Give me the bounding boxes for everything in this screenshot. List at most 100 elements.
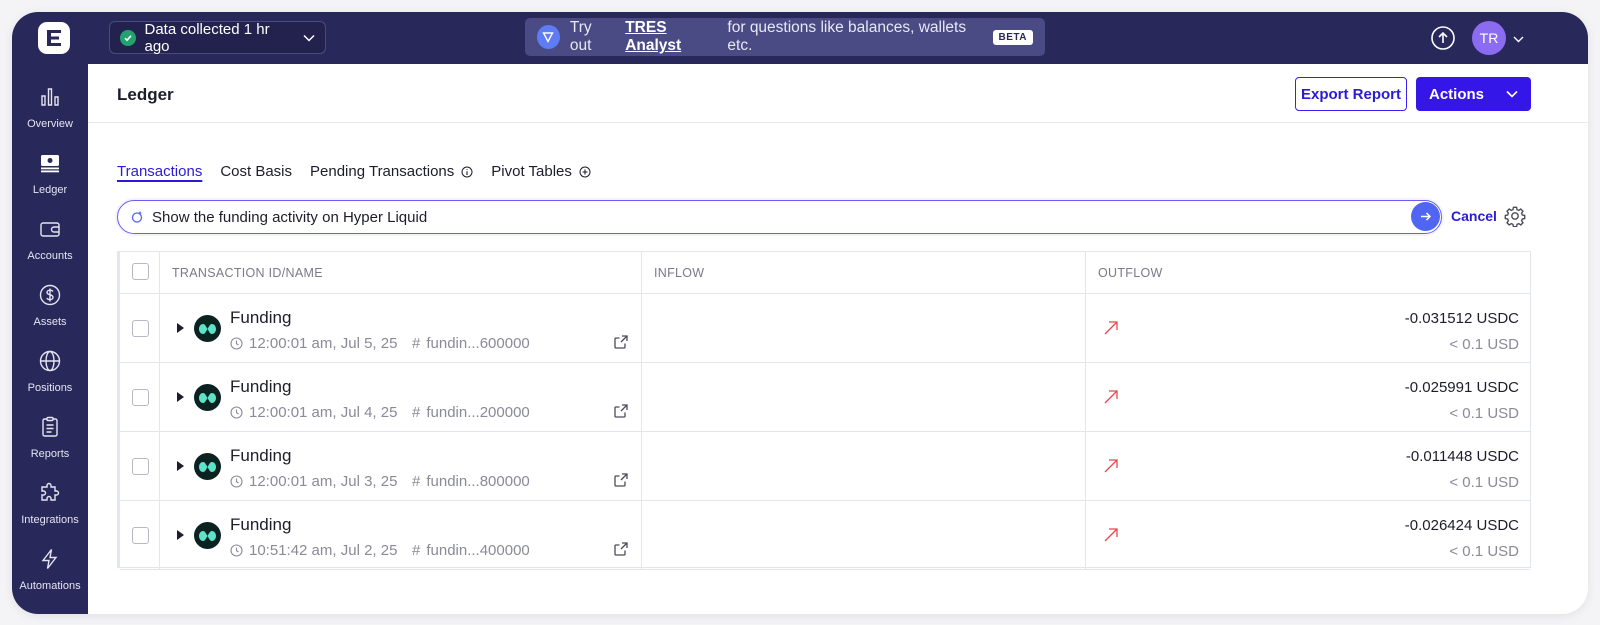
table-row[interactable]: Funding 12:00:01 am, Jul 4, 25 # fundin.… [120,363,1530,432]
ledger-tabs: Transactions Cost Basis Pending Transact… [117,163,591,180]
transaction-hash[interactable]: # fundin...800000 [412,473,530,490]
transaction-name[interactable]: Funding [230,515,291,535]
transaction-hash[interactable]: # fundin...400000 [412,542,530,559]
sidebar-item-automations[interactable]: Automations [12,536,88,602]
hyperliquid-logo-icon [194,384,221,411]
sparkle-icon [130,210,144,224]
globe-icon [38,349,62,376]
transaction-hash[interactable]: # fundin...200000 [412,404,530,421]
cancel-button[interactable]: Cancel [1451,208,1497,224]
table-header: TRANSACTION ID/NAME INFLOW OUTFLOW [120,252,1530,294]
row-checkbox[interactable] [132,458,149,475]
row-checkbox[interactable] [132,320,149,337]
hash-icon: # [412,542,421,559]
upload-icon[interactable] [1430,25,1456,51]
expand-caret-icon[interactable] [177,392,184,402]
data-status-dropdown[interactable]: Data collected 1 hr ago [109,20,326,55]
external-link-icon[interactable] [613,403,629,419]
transaction-hash[interactable]: # fundin...600000 [412,335,530,352]
sidebar-item-reports[interactable]: Reports [12,404,88,470]
time-text: 12:00:01 am, Jul 4, 25 [249,404,398,421]
outflow-arrow-icon [1103,458,1119,474]
export-report-button[interactable]: Export Report [1295,77,1407,111]
sidebar-item-label: Ledger [32,183,68,196]
table-row[interactable]: Funding 12:00:01 am, Jul 5, 25 # fundin.… [120,294,1530,363]
hash-text: fundin...400000 [426,542,530,559]
tab-cost-basis[interactable]: Cost Basis [220,163,292,180]
table-row[interactable]: Funding 12:00:01 am, Jul 3, 25 # fundin.… [120,432,1530,501]
check-circle-icon [120,29,136,46]
outflow-arrow-icon [1103,389,1119,405]
gear-icon[interactable] [1504,205,1526,228]
transaction-name[interactable]: Funding [230,446,291,466]
sidebar-item-label: Accounts [27,249,73,262]
promo-prefix: Try out [569,19,592,54]
sidebar-item-assets[interactable]: Assets [12,272,88,338]
column-header-outflow[interactable]: OUTFLOW [1098,266,1163,280]
status-text: Data collected 1 hr ago [144,20,270,55]
external-link-icon[interactable] [613,472,629,488]
sidebar-item-overview[interactable]: Overview [12,74,88,140]
info-icon[interactable] [461,166,473,178]
expand-caret-icon[interactable] [177,323,184,333]
hash-icon: # [412,404,421,421]
hash-text: fundin...800000 [426,473,530,490]
outflow-arrow-icon [1103,527,1119,543]
submit-arrow-icon[interactable] [1411,202,1440,231]
transaction-name[interactable]: Funding [230,308,291,328]
triangle-logo-icon [537,25,560,49]
ai-search-input[interactable]: Show the funding activity on Hyper Liqui… [117,200,1442,234]
sidebar-item-positions[interactable]: Positions [12,338,88,404]
sidebar-item-accounts[interactable]: Accounts [12,206,88,272]
outflow-amount: -0.025991 USDC [1404,379,1519,396]
tres-analyst-banner[interactable]: Try out TRES Analyst for questions like … [525,18,1045,56]
tab-pending-transactions[interactable]: Pending Transactions [310,163,473,180]
hyperliquid-logo-icon [194,522,221,549]
plus-circle-icon[interactable] [579,166,591,178]
avatar[interactable]: TR [1472,21,1506,55]
hash-text: fundin...600000 [426,335,530,352]
transaction-name[interactable]: Funding [230,377,291,397]
outflow-amount: -0.011448 USDC [1405,448,1519,465]
hash-text: fundin...200000 [426,404,530,421]
table-row[interactable]: Funding 10:51:42 am, Jul 2, 25 # fundin.… [120,501,1530,570]
sidebar-item-integrations[interactable]: Integrations [12,470,88,536]
wallet-icon [38,217,62,244]
clock-icon [230,337,243,350]
column-header-inflow[interactable]: INFLOW [654,266,704,280]
tab-pivot-tables[interactable]: Pivot Tables [491,163,591,180]
row-checkbox[interactable] [132,527,149,544]
outflow-usd: < 0.1 USD [1449,405,1519,422]
outflow-amount: -0.026424 USDC [1404,517,1519,534]
ledger-icon [38,151,62,178]
actions-button[interactable]: Actions [1416,77,1531,111]
external-link-icon[interactable] [613,334,629,350]
app-window: Data collected 1 hr ago Try out TRES Ana… [12,12,1588,614]
page-header: Ledger Export Report Actions [88,64,1588,123]
outflow-amount: -0.031512 USDC [1404,310,1519,327]
clock-icon [230,406,243,419]
tab-label: Pivot Tables [491,163,572,180]
sidebar: Overview Ledger Accounts Assets Position… [12,64,88,614]
top-bar: Data collected 1 hr ago Try out TRES Ana… [12,12,1588,64]
column-header-transaction[interactable]: TRANSACTION ID/NAME [172,266,323,280]
dollar-icon [38,283,62,310]
sidebar-item-label: Integrations [21,513,79,526]
transaction-time: 12:00:01 am, Jul 3, 25 [230,473,397,490]
row-checkbox[interactable] [132,389,149,406]
search-query[interactable]: Show the funding activity on Hyper Liqui… [152,209,427,226]
time-text: 12:00:01 am, Jul 5, 25 [249,335,398,352]
time-text: 12:00:01 am, Jul 3, 25 [249,473,398,490]
chevron-down-icon[interactable] [1513,30,1524,48]
sidebar-item-label: Positions [27,381,73,394]
tab-transactions[interactable]: Transactions [117,163,202,180]
external-link-icon[interactable] [613,541,629,557]
sidebar-item-ledger[interactable]: Ledger [12,140,88,206]
app-logo-icon[interactable] [38,22,70,54]
transactions-table: TRANSACTION ID/NAME INFLOW OUTFLOW Fundi… [117,251,1531,570]
expand-caret-icon[interactable] [177,530,184,540]
expand-caret-icon[interactable] [177,461,184,471]
select-all-checkbox[interactable] [132,263,149,280]
sidebar-item-label: Automations [19,579,81,592]
tres-analyst-link[interactable]: TRES Analyst [625,19,721,55]
